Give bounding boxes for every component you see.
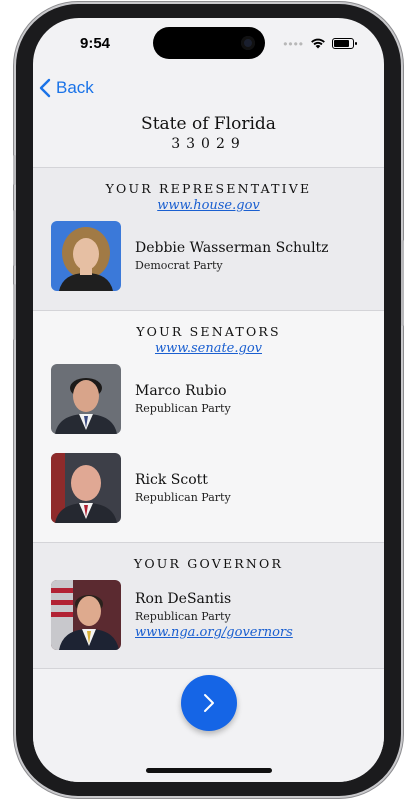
senator-photo xyxy=(51,364,121,434)
governor-section: YOUR GOVERNOR Ron DeSantis Republican Pa… xyxy=(33,542,384,669)
person-name: Debbie Wasserman Schultz xyxy=(135,240,329,256)
person-card[interactable]: Debbie Wasserman Schultz Democrat Party xyxy=(51,221,329,291)
section-title: YOUR REPRESENTATIVE xyxy=(105,181,312,196)
representative-section: YOUR REPRESENTATIVE www.house.gov Debbie… xyxy=(33,167,384,311)
status-time: 9:54 xyxy=(80,35,111,52)
state-title: State of Florida xyxy=(141,114,276,134)
person-card[interactable]: Ron DeSantis Republican Party www.nga.or… xyxy=(51,580,293,650)
volume-up-button xyxy=(13,210,16,266)
next-button[interactable] xyxy=(181,675,237,731)
location-header: State of Florida 33029 xyxy=(33,114,384,152)
home-indicator[interactable] xyxy=(146,768,272,773)
person-name: Marco Rubio xyxy=(135,383,227,399)
governor-photo xyxy=(51,580,121,650)
power-button xyxy=(401,240,404,326)
person-name: Rick Scott xyxy=(135,472,208,488)
governors-link[interactable]: www.nga.org/governors xyxy=(135,625,293,640)
person-party: Republican Party xyxy=(135,491,231,504)
person-party: Republican Party xyxy=(135,609,231,623)
senators-section: YOUR SENATORS www.senate.gov Marco Rubio… xyxy=(33,310,384,543)
senator-photo xyxy=(51,453,121,523)
section-title: YOUR GOVERNOR xyxy=(133,556,284,571)
signal-icon: •••• xyxy=(283,36,304,51)
app-screen: 9:54 •••• Back State of Florida 33029 YO… xyxy=(33,18,384,782)
house-link[interactable]: www.house.gov xyxy=(33,198,384,213)
chevron-left-icon xyxy=(39,78,51,98)
chevron-right-icon xyxy=(204,694,214,712)
section-title: YOUR SENATORS xyxy=(136,324,281,339)
person-name: Ron DeSantis xyxy=(135,590,232,607)
status-bar: 9:54 •••• xyxy=(33,18,384,68)
back-button[interactable]: Back xyxy=(39,78,94,98)
person-party: Republican Party xyxy=(135,402,231,415)
volume-down-button xyxy=(13,284,16,340)
representative-photo xyxy=(51,221,121,291)
battery-icon xyxy=(332,38,357,49)
dynamic-island xyxy=(153,27,265,59)
person-card[interactable]: Marco Rubio Republican Party xyxy=(51,364,231,434)
status-icons: •••• xyxy=(283,36,357,51)
person-card[interactable]: Rick Scott Republican Party xyxy=(51,453,231,523)
senate-link[interactable]: www.senate.gov xyxy=(33,341,384,356)
back-label: Back xyxy=(56,78,94,97)
zip-code: 33029 xyxy=(171,136,246,152)
camera-icon xyxy=(241,36,255,50)
wifi-icon xyxy=(311,38,325,49)
mute-switch xyxy=(13,155,16,185)
person-party: Democrat Party xyxy=(135,259,223,272)
